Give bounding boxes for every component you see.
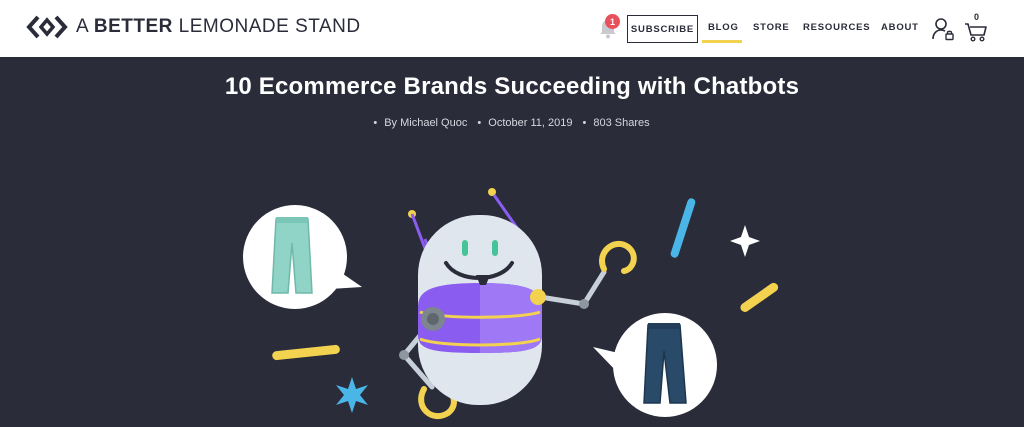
chatbot-illustration [243, 188, 779, 419]
user-lock-icon[interactable] [931, 17, 955, 41]
speech-bubble-left [243, 205, 362, 309]
yellow-dash-left [272, 344, 340, 361]
brand-name: A BETTER LEMONADE STAND [76, 16, 361, 38]
cart-count: 0 [974, 12, 980, 22]
nav-blog[interactable]: BLOG [708, 22, 739, 33]
brand-name-part2: BETTER [93, 16, 173, 37]
sparkle-icon [730, 225, 760, 257]
burst-icon [336, 377, 368, 413]
brand-name-part3: LEMONADE STAND [172, 16, 361, 37]
nav-active-indicator [702, 40, 742, 43]
speech-bubble-right [593, 313, 717, 417]
cart-icon[interactable] [964, 22, 988, 42]
robot-arm-right [537, 240, 637, 309]
yellow-dash-right [740, 282, 779, 312]
nav-about[interactable]: ABOUT [881, 22, 919, 33]
blue-dash [670, 198, 696, 258]
brand-name-part1: A [76, 16, 94, 37]
site-header: A BETTER LEMONADE STAND 1 SUBSCRIBE BLOG… [0, 0, 1024, 57]
robot-body [418, 215, 546, 405]
nav-resources[interactable]: RESOURCES [803, 22, 870, 33]
brand-logo[interactable]: A BETTER LEMONADE STAND [26, 14, 361, 40]
nav-store[interactable]: STORE [753, 22, 790, 33]
subscribe-button[interactable]: SUBSCRIBE [627, 15, 698, 43]
notification-badge: 1 [605, 14, 620, 29]
brand-chevrons-icon [26, 15, 68, 39]
